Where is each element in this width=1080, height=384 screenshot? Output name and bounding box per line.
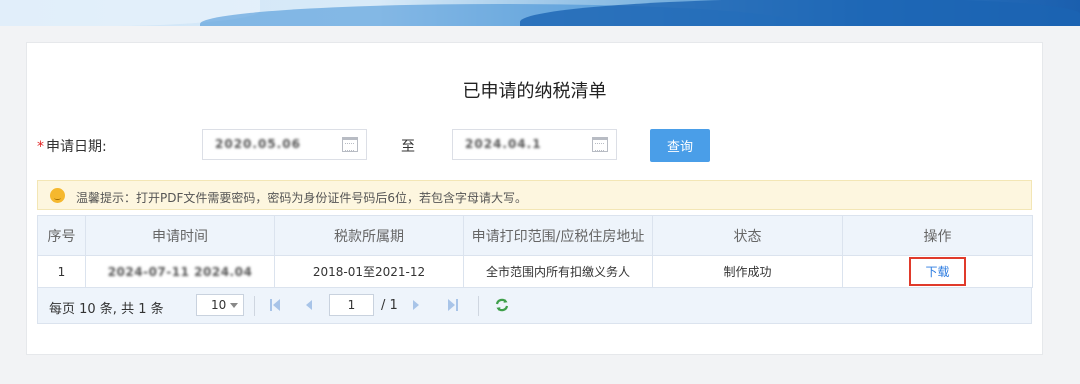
pager-divider [254,296,255,316]
tip-text: 温馨提示：打开PDF文件需要密码，密码为身份证件号码后6位，若包含字母请大写。 [76,191,528,205]
page-size-select[interactable]: 10 [196,294,244,316]
cell-action: 下载 [842,255,1033,288]
next-page-icon[interactable] [410,299,422,311]
query-button[interactable]: 查询 [650,129,710,162]
apply-time-value: 2024-07-11 2024.04 [107,264,253,279]
cell-apply-time: 2024-07-11 2024.04 [85,255,275,288]
cell-period: 2018-01至2021-12 [274,255,464,288]
pagination-bar: 每页 10 条, 共 1 条 10 1 / 1 [37,288,1032,324]
required-mark: * [37,139,44,155]
download-link[interactable]: 下载 [909,257,966,286]
banner-mountain [520,0,1080,26]
date-filter-row: * 申请日期: 2020.05.06 至 2024.04.1 查询 [37,129,1037,162]
tip-icon [50,188,65,203]
page-title: 已申请的纳税清单 [462,81,607,102]
calendar-icon[interactable] [342,137,358,152]
end-date-input[interactable]: 2024.04.1 [452,129,617,160]
page-total: / 1 [381,298,398,313]
header-index: 序号 [37,215,86,256]
refresh-icon[interactable] [494,297,510,313]
header-scope: 申请打印范围/应税住房地址 [463,215,653,256]
table-row: 1 2024-07-11 2024.04 2018-01至2021-12 全市范… [37,255,1033,288]
prev-page-icon[interactable] [303,299,315,311]
header-period: 税款所属期 [274,215,464,256]
pager-divider [478,296,479,316]
chevron-down-icon [230,303,238,308]
calendar-icon[interactable] [592,137,608,152]
start-date-input[interactable]: 2020.05.06 [202,129,367,160]
header-action: 操作 [842,215,1033,256]
page-size-value: 10 [211,298,227,312]
cell-scope: 全市范围内所有扣缴义务人 [463,255,653,288]
start-date-value: 2020.05.06 [215,137,301,151]
header-banner [0,0,1080,26]
pager-summary: 每页 10 条, 共 1 条 [49,302,164,317]
date-label-text: 申请日期: [46,139,107,155]
main-card: 已申请的纳税清单 * 申请日期: 2020.05.06 至 2024.04.1 查… [26,42,1043,355]
end-date-value: 2024.04.1 [465,137,542,151]
date-label: * 申请日期: [37,136,107,156]
first-page-icon[interactable] [270,299,282,311]
cell-status: 制作成功 [652,255,843,288]
tip-banner: 温馨提示：打开PDF文件需要密码，密码为身份证件号码后6位，若包含字母请大写。 [37,180,1032,210]
last-page-icon[interactable] [446,299,458,311]
page-number-input[interactable]: 1 [329,294,374,316]
header-apply-time: 申请时间 [85,215,275,256]
table-header-row: 序号 申请时间 税款所属期 申请打印范围/应税住房地址 状态 操作 [37,215,1033,256]
header-status: 状态 [652,215,843,256]
cell-index: 1 [37,255,86,288]
to-label: 至 [401,139,415,155]
records-table: 序号 申请时间 税款所属期 申请打印范围/应税住房地址 状态 操作 1 2024… [37,215,1033,288]
